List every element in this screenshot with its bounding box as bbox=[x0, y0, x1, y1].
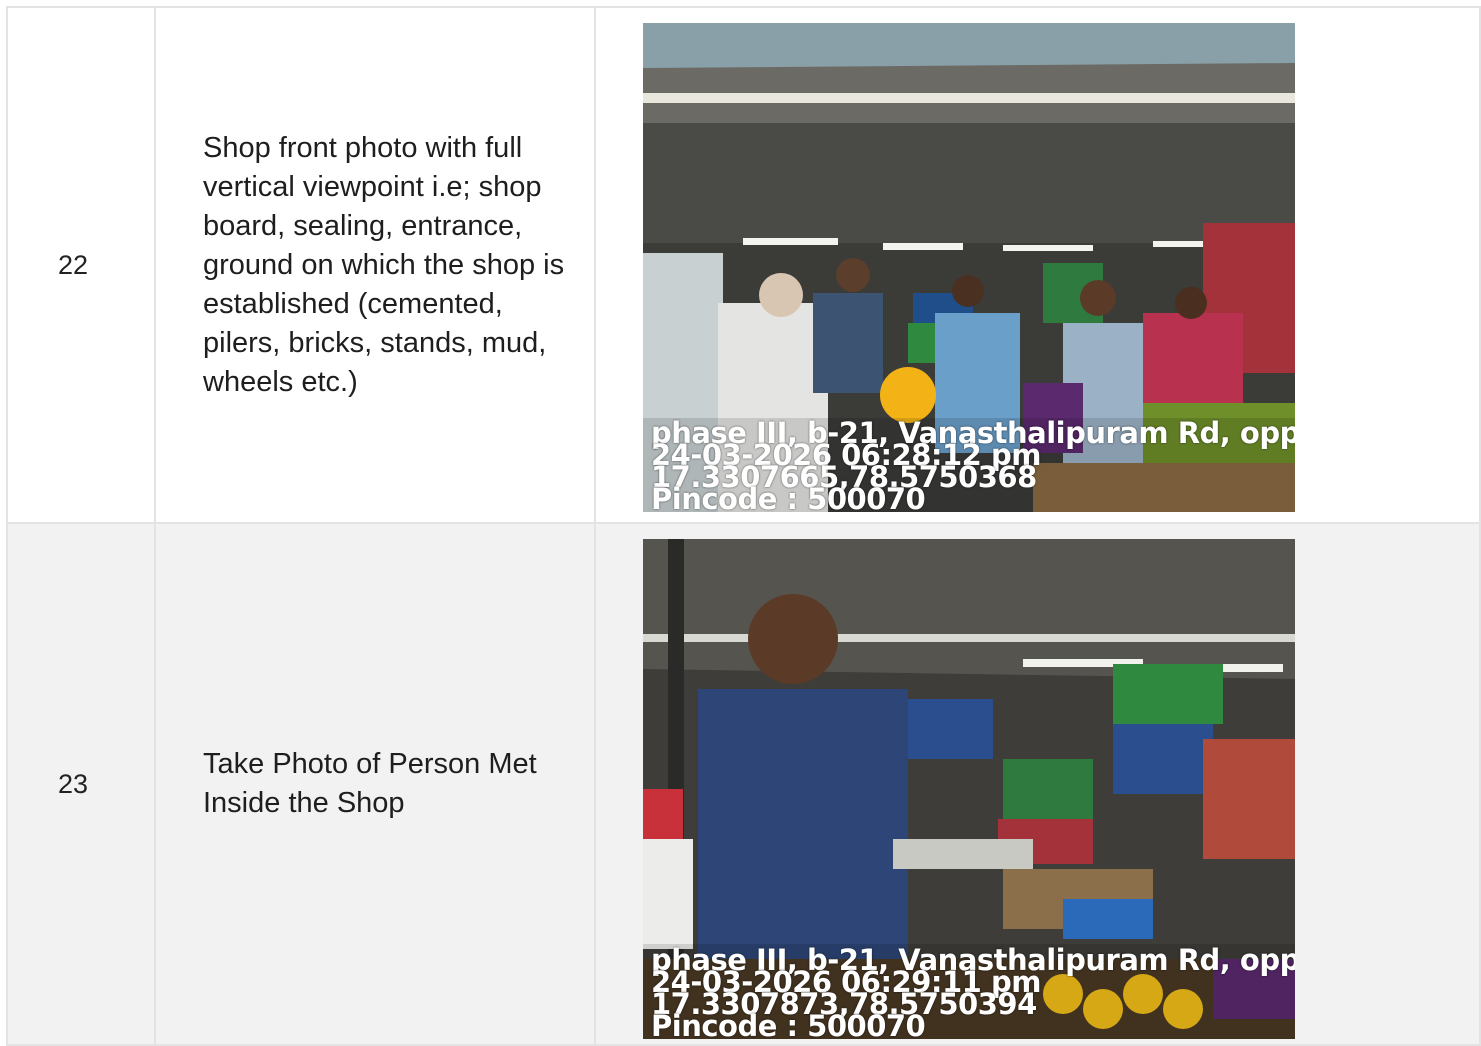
photo-cell: phase III, b-21, Vanasthalipuram Rd, opp… bbox=[594, 6, 1481, 524]
photo-stamp: phase III, b-21, Vanasthalipuram Rd, opp… bbox=[651, 419, 1295, 513]
person-met-photo[interactable]: phase III, b-21, Vanasthalipuram Rd, opp… bbox=[643, 539, 1295, 1039]
row-description: Take Photo of Person Met Inside the Shop bbox=[154, 522, 596, 1046]
row-number: 22 bbox=[6, 6, 156, 524]
row-description: Shop front photo with full vertical view… bbox=[154, 6, 596, 524]
photo-stamp: phase III, b-21, Vanasthalipuram Rd, opp… bbox=[651, 946, 1295, 1040]
shop-front-photo[interactable]: phase III, b-21, Vanasthalipuram Rd, opp… bbox=[643, 23, 1295, 512]
table-row: 22 Shop front photo with full vertical v… bbox=[6, 6, 1481, 524]
table-row: 23 Take Photo of Person Met Inside the S… bbox=[6, 522, 1481, 1046]
photo-cell: phase III, b-21, Vanasthalipuram Rd, opp… bbox=[594, 522, 1481, 1046]
checklist-table: 22 Shop front photo with full vertical v… bbox=[6, 6, 1481, 1046]
row-number: 23 bbox=[6, 522, 156, 1046]
